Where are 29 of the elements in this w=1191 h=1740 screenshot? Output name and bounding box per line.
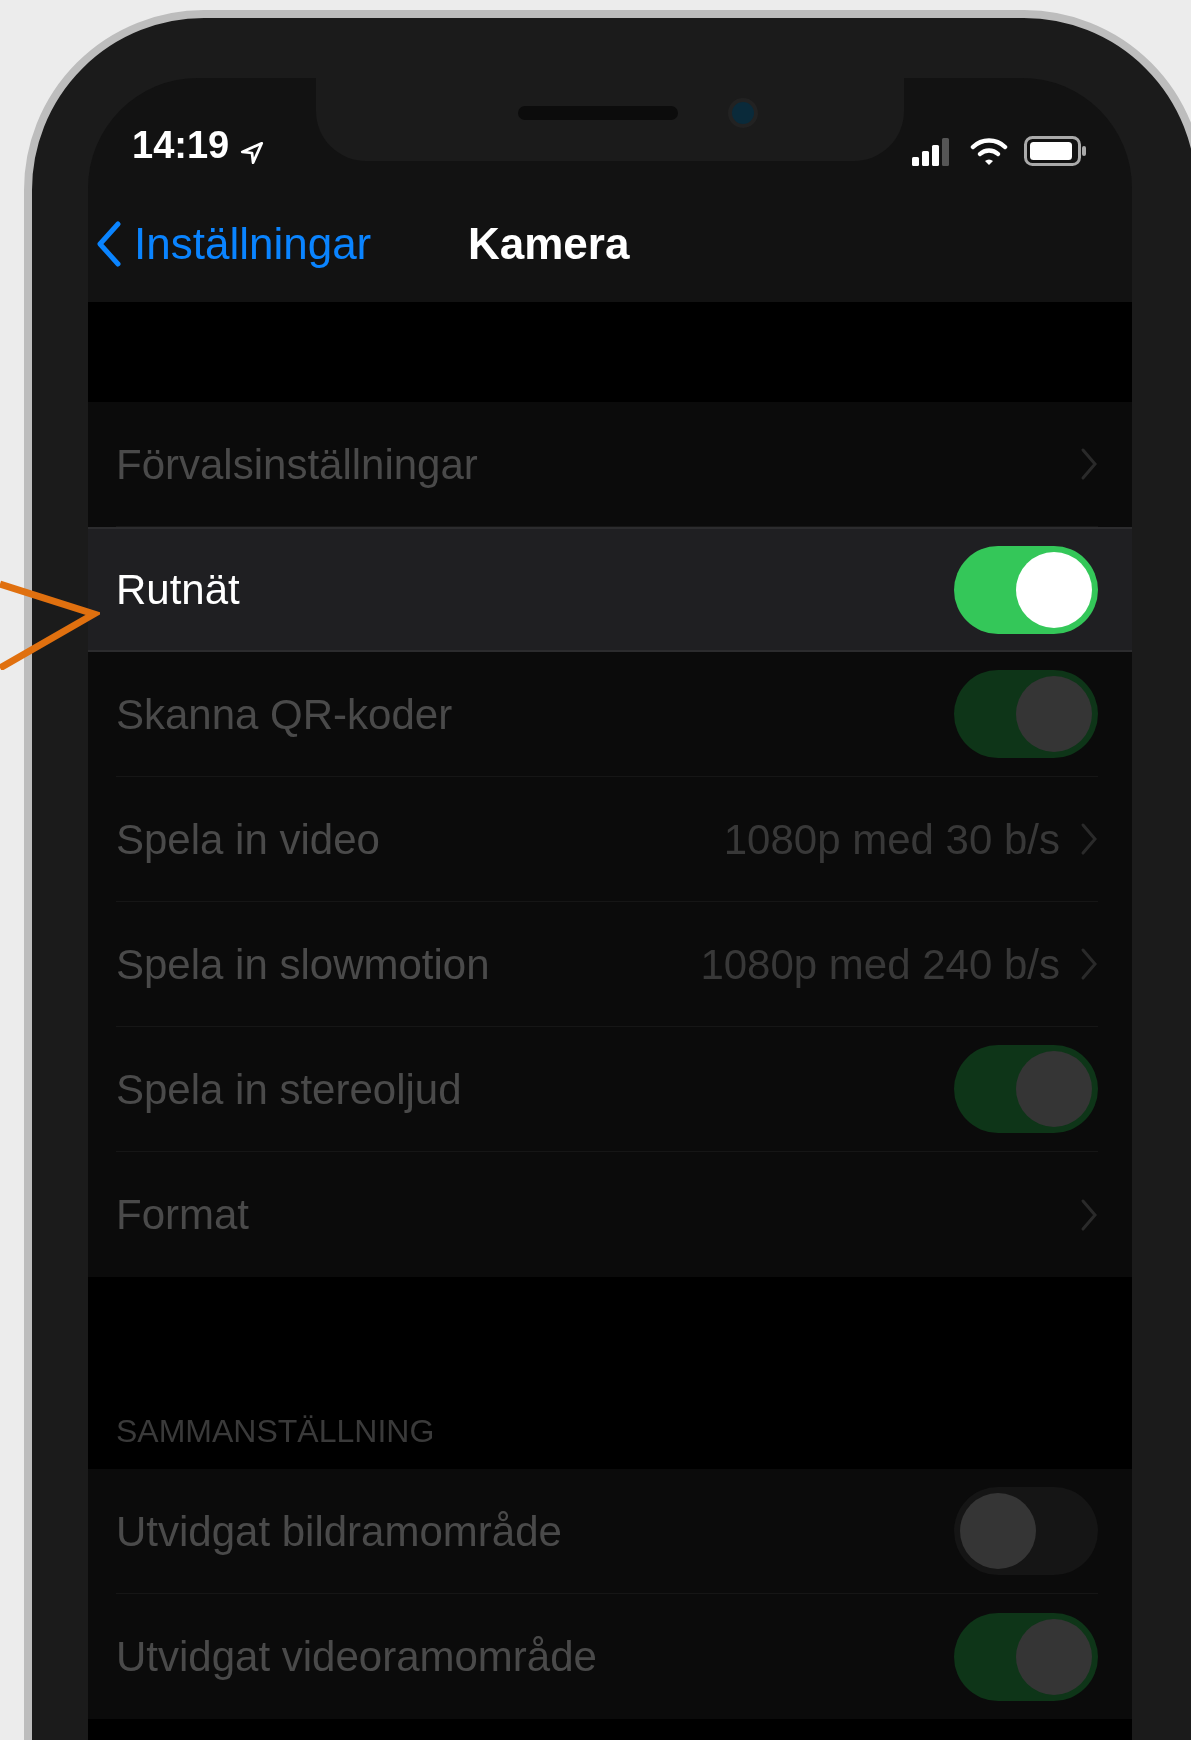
- row-label: Förvalsinställningar: [116, 439, 478, 490]
- settings-row[interactable]: Förvalsinställningar: [88, 402, 1132, 527]
- row-label: Utvidgat videoramområde: [116, 1632, 597, 1682]
- page-title: Kamera: [468, 218, 630, 270]
- chevron-left-icon: [96, 221, 122, 267]
- chevron-icon: [1080, 1197, 1098, 1232]
- signal-icon: [912, 138, 952, 166]
- back-button[interactable]: Inställningar: [96, 211, 372, 277]
- settings-row[interactable]: Utvidgat bildramområde: [88, 1469, 1132, 1594]
- row-label: Rutnät: [116, 565, 240, 615]
- settings-row[interactable]: Rutnät: [88, 527, 1132, 652]
- settings-row[interactable]: Spela in stereoljud: [88, 1027, 1132, 1152]
- settings-row[interactable]: Utvidgat videoramområde: [88, 1594, 1132, 1719]
- wifi-icon: [970, 136, 1008, 166]
- row-label: Spela in stereoljud: [116, 1064, 462, 1115]
- location-arrow-icon: [239, 140, 266, 166]
- chevron-icon: [1080, 822, 1098, 856]
- section-header: SAMMANSTÄLLNING: [115, 1412, 436, 1451]
- status-time: 14:19: [132, 123, 230, 168]
- row-label: Utvidgat bildramområde: [116, 1506, 562, 1557]
- battery-icon: [1024, 136, 1088, 166]
- settings-row[interactable]: Skanna QR-koder: [88, 652, 1132, 777]
- row-label: Format: [116, 1190, 249, 1240]
- settings-row[interactable]: Format: [88, 1152, 1132, 1277]
- chevron-icon: [1080, 447, 1098, 481]
- row-label: Spela in video: [116, 814, 380, 865]
- row-label: Skanna QR-koder: [116, 689, 453, 740]
- row-label: Spela in slowmotion: [116, 939, 490, 990]
- chevron-icon: [1080, 947, 1098, 981]
